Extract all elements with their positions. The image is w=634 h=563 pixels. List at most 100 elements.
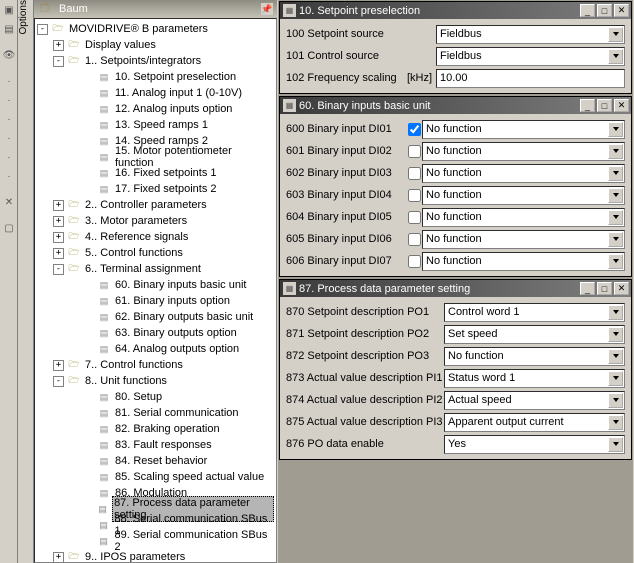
dropdown[interactable]: No function [422,252,625,271]
dropdown-button[interactable] [608,188,623,203]
tree-item[interactable]: +🗁7.. Control functions [35,357,276,373]
tree-item[interactable]: ▤60. Binary inputs basic unit [35,277,276,293]
tree-item[interactable]: ▤63. Binary outputs option [35,325,276,341]
checkbox[interactable] [408,211,421,224]
dropdown-button[interactable] [608,232,623,247]
tree-item[interactable]: ▤89. Serial communication SBus 2 [35,533,276,549]
dropdown-button[interactable] [608,393,623,408]
minimize-button[interactable]: _ [580,282,595,295]
pin-icon[interactable]: 📌 [261,3,273,15]
tree-item[interactable]: ▤11. Analog input 1 (0-10V) [35,85,276,101]
minimize-button[interactable]: _ [580,4,595,17]
tree-item[interactable]: +🗁4.. Reference signals [35,229,276,245]
collapse-icon[interactable]: - [53,56,64,67]
expand-icon[interactable]: + [53,248,64,259]
tool-icon[interactable]: · [1,148,17,166]
tool-icon[interactable]: ▢ [1,219,17,237]
maximize-button[interactable]: □ [597,99,612,112]
tree-item[interactable]: -🗁6.. Terminal assignment [35,261,276,277]
tree-item[interactable]: -🗁MOVIDRIVE® B parameters [35,21,276,37]
minimize-button[interactable]: _ [580,99,595,112]
dropdown[interactable]: Status word 1 [444,369,625,388]
tree-item[interactable]: +🗁3.. Motor parameters [35,213,276,229]
expand-icon[interactable]: + [53,200,64,211]
tree-item[interactable]: ▤84. Reset behavior [35,453,276,469]
tree-item[interactable]: ▤80. Setup [35,389,276,405]
dropdown[interactable]: No function [422,208,625,227]
dropdown-button[interactable] [608,166,623,181]
checkbox[interactable] [408,167,421,180]
dropdown[interactable]: Fieldbus [436,25,625,44]
dropdown-button[interactable] [608,437,623,452]
collapse-icon[interactable]: - [53,376,64,387]
tree-item[interactable]: ▤62. Binary outputs basic unit [35,309,276,325]
collapse-icon[interactable]: - [37,24,48,35]
checkbox[interactable] [408,255,421,268]
close-button[interactable]: ✕ [614,4,629,17]
dropdown-button[interactable] [608,144,623,159]
dropdown[interactable]: No function [422,164,625,183]
tool-icon[interactable]: · [1,129,17,147]
dropdown[interactable]: Actual speed [444,391,625,410]
checkbox[interactable] [408,189,421,202]
tool-icon[interactable]: ▣ [1,1,17,19]
checkbox[interactable] [408,123,421,136]
tree-item[interactable]: ▤12. Analog inputs option [35,101,276,117]
tree-item[interactable]: ▤17. Fixed setpoints 2 [35,181,276,197]
dropdown[interactable]: No function [422,120,625,139]
tree-item[interactable]: -🗁8.. Unit functions [35,373,276,389]
dropdown-button[interactable] [608,349,623,364]
tree-view[interactable]: -🗁MOVIDRIVE® B parameters+🗁Display value… [34,18,277,563]
dropdown[interactable]: No function [422,142,625,161]
dropdown-button[interactable] [608,371,623,386]
tool-icon[interactable]: · [1,91,17,109]
dropdown[interactable]: Yes [444,435,625,454]
expand-icon[interactable]: + [53,552,64,563]
collapse-icon[interactable]: - [53,264,64,275]
tree-item[interactable]: +🗁2.. Controller parameters [35,197,276,213]
dropdown-button[interactable] [608,305,623,320]
dropdown-button[interactable] [608,327,623,342]
expand-icon[interactable]: + [53,360,64,371]
tree-item[interactable]: ▤82. Braking operation [35,421,276,437]
dropdown[interactable]: No function [422,230,625,249]
tree-item[interactable]: -🗁1.. Setpoints/integrators [35,53,276,69]
maximize-button[interactable]: □ [597,282,612,295]
options-tab[interactable]: Options [18,0,34,563]
close-button[interactable]: ✕ [614,282,629,295]
dropdown[interactable]: Control word 1 [444,303,625,322]
tool-icon[interactable]: ✕ [1,193,17,211]
tool-icon[interactable]: · [1,167,17,185]
dropdown-button[interactable] [608,210,623,225]
dropdown-button[interactable] [608,254,623,269]
tree-item[interactable]: ▤10. Setpoint preselection [35,69,276,85]
tool-icon[interactable]: · [1,110,17,128]
tree-item[interactable]: ▤85. Scaling speed actual value [35,469,276,485]
tree-item[interactable]: ▤64. Analog outputs option [35,341,276,357]
tool-icon[interactable]: ▤ [1,20,17,38]
tree-item[interactable]: +🗁5.. Control functions [35,245,276,261]
tree-item[interactable]: ▤15. Motor potentiometer function [35,149,276,165]
expand-icon[interactable]: + [53,216,64,227]
dropdown[interactable]: No function [422,186,625,205]
dropdown-button[interactable] [608,415,623,430]
tree-item[interactable]: ▤13. Speed ramps 1 [35,117,276,133]
maximize-button[interactable]: □ [597,4,612,17]
tree-item[interactable]: ▤83. Fault responses [35,437,276,453]
expand-icon[interactable]: + [53,40,64,51]
dropdown[interactable]: No function [444,347,625,366]
dropdown[interactable]: Fieldbus [436,47,625,66]
dropdown-button[interactable] [608,122,623,137]
tool-icon[interactable]: 👁 [1,46,17,64]
close-button[interactable]: ✕ [614,99,629,112]
dropdown-button[interactable] [608,27,623,42]
dropdown[interactable]: Set speed [444,325,625,344]
text-input[interactable]: 10.00 [436,69,625,88]
tree-item[interactable]: ▤81. Serial communication [35,405,276,421]
tree-item[interactable]: ▤61. Binary inputs option [35,293,276,309]
tree-item[interactable]: +🗁Display values [35,37,276,53]
tool-icon[interactable]: · [1,72,17,90]
dropdown-button[interactable] [608,49,623,64]
expand-icon[interactable]: + [53,232,64,243]
checkbox[interactable] [408,145,421,158]
